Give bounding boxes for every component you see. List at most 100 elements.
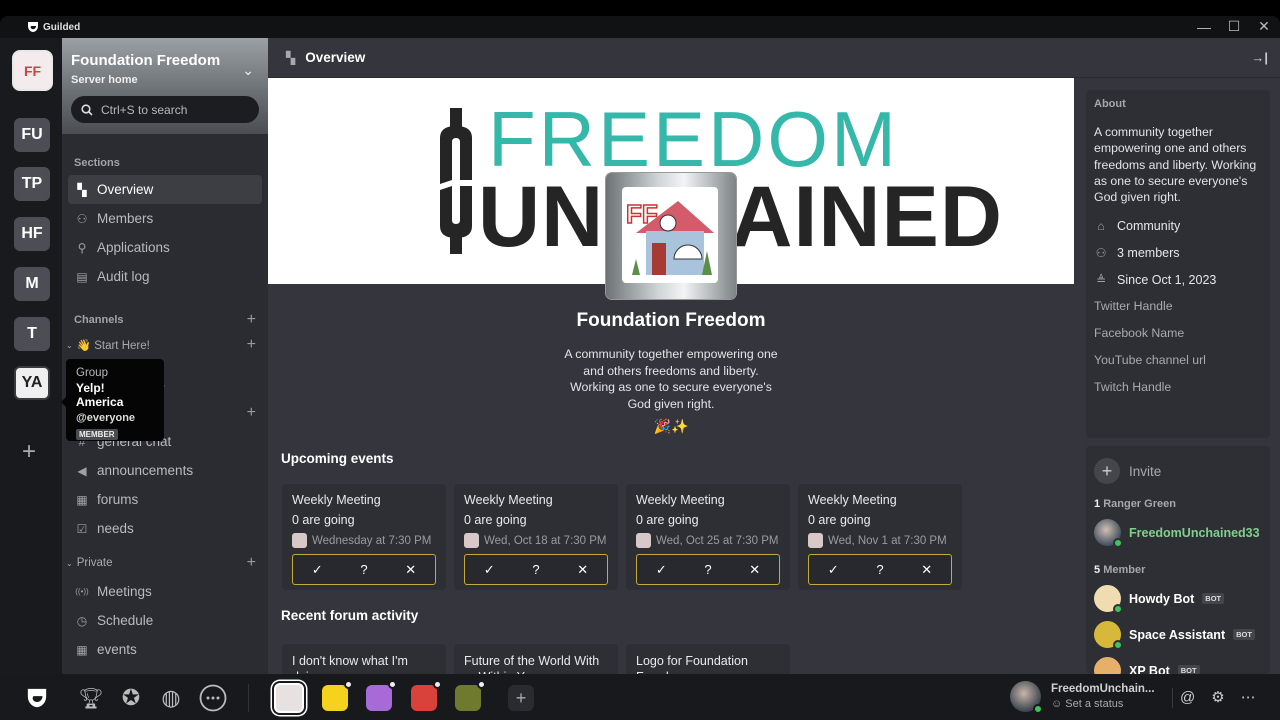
server-header[interactable]: Foundation Freedom Server home ⌄ Ctrl+S … [62, 38, 268, 134]
social-youtube[interactable]: YouTube channel url [1094, 353, 1262, 369]
channel-forums[interactable]: ▦ forums [68, 485, 262, 514]
invite-button[interactable]: + Invite [1094, 458, 1262, 484]
event-card[interactable]: Weekly Meeting 0 are going Wednesday at … [282, 484, 446, 590]
sidebar-item-audit-log[interactable]: ▤ Audit log [68, 262, 262, 291]
server-icon-fu[interactable]: FU [14, 118, 50, 152]
member-item[interactable]: Howdy Bot BOT [1094, 585, 1262, 614]
sidebar-item-applications[interactable]: ⚲ Applications [68, 233, 262, 262]
stat-members: ⚇ 3 members [1094, 245, 1262, 261]
add-channel-button[interactable]: + [247, 311, 256, 329]
audit-log-icon: ▤ [76, 269, 88, 284]
stat-label: Since Oct 1, 2023 [1117, 273, 1217, 288]
channel-meetings[interactable]: ((•)) Meetings [68, 577, 262, 606]
add-server-button[interactable]: + [22, 438, 36, 466]
channel-group-label: 👋 Start Here! [76, 340, 150, 352]
server-icon-t[interactable]: T [14, 317, 50, 351]
server-shortcut-guilded[interactable] [322, 680, 353, 711]
members-icon: ⚇ [1095, 246, 1107, 261]
social-facebook[interactable]: Facebook Name [1094, 326, 1262, 342]
rsvp-maybe-button[interactable]: ? [876, 562, 883, 577]
event-card[interactable]: Weekly Meeting 0 are going Wed, Oct 25 a… [626, 484, 790, 590]
more-options-icon[interactable]: ⋯ [1241, 688, 1256, 706]
search-input[interactable]: Ctrl+S to search [71, 96, 259, 123]
event-date: Wednesday at 7:30 PM [312, 534, 432, 547]
chevron-down-icon: ⌄ [66, 340, 73, 350]
trophy-icon[interactable]: 🏆︎ [76, 683, 106, 713]
minimize-button[interactable]: — [1196, 19, 1212, 35]
rsvp-maybe-button[interactable]: ? [360, 562, 367, 577]
add-channel-button[interactable]: + [247, 336, 256, 354]
description-emoji: 🎉✨ [653, 418, 689, 434]
event-card[interactable]: Weekly Meeting 0 are going Wed, Oct 18 a… [454, 484, 618, 590]
rsvp-no-button[interactable]: ✕ [577, 562, 588, 578]
channel-schedule[interactable]: ◷ Schedule [68, 606, 262, 635]
community-icon: ⌂ [1097, 219, 1105, 234]
rsvp-maybe-button[interactable]: ? [704, 562, 711, 577]
sidebar-item-members[interactable]: ⚇ Members [68, 204, 262, 233]
star-badge-icon[interactable]: ✪ [116, 683, 146, 713]
notification-dot-icon [433, 680, 442, 689]
close-button[interactable]: ✕ [1256, 18, 1272, 35]
tooltip-kind: Group [76, 367, 108, 379]
social-twitter[interactable]: Twitter Handle [1094, 299, 1262, 315]
chevron-down-icon[interactable]: ⌄ [242, 62, 254, 79]
guilded-logo-icon [28, 22, 38, 32]
member-item[interactable]: Space Assistant BOT [1094, 621, 1262, 650]
user-panel[interactable]: FreedomUnchain... ☺ Set a status [1010, 681, 1155, 714]
bot-badge: BOT [1233, 629, 1255, 640]
plus-icon: + [1094, 458, 1120, 484]
settings-gear-icon[interactable]: ⚙ [1211, 688, 1224, 706]
rsvp-yes-button[interactable]: ✓ [828, 562, 839, 578]
server-icon-tp[interactable]: TP [14, 167, 50, 201]
server-title: Foundation Freedom [576, 310, 766, 331]
rsvp-maybe-button[interactable]: ? [532, 562, 539, 577]
add-channel-button[interactable]: + [247, 554, 256, 572]
event-card[interactable]: Weekly Meeting 0 are going Wed, Nov 1 at… [798, 484, 962, 590]
rsvp-yes-button[interactable]: ✓ [484, 562, 495, 578]
channel-needs[interactable]: ☑ needs [68, 514, 262, 543]
rsvp-yes-button[interactable]: ✓ [312, 562, 323, 578]
rsvp-no-button[interactable]: ✕ [405, 562, 416, 578]
forum-post-title: Future of the World With or Within You [464, 654, 600, 674]
sidebar-item-overview[interactable]: ▚ Overview [68, 175, 262, 204]
rsvp-no-button[interactable]: ✕ [749, 562, 760, 578]
rsvp-buttons: ✓ ? ✕ [636, 554, 780, 585]
channel-group-start-here[interactable]: ⌄ 👋 Start Here! + [62, 335, 268, 355]
server-icon-foundation-freedom[interactable]: FF [12, 50, 53, 91]
chat-icon[interactable] [198, 683, 228, 713]
rsvp-no-button[interactable]: ✕ [921, 562, 932, 578]
server-avatar-large: FF [606, 173, 736, 299]
sidebar-item-label: Members [97, 211, 154, 226]
channel-events[interactable]: ▦ events [68, 635, 262, 664]
rsvp-yes-button[interactable]: ✓ [656, 562, 667, 578]
server-shortcut-foundation-freedom[interactable] [274, 683, 304, 713]
add-channel-button[interactable]: + [247, 404, 256, 422]
server-icon-hf[interactable]: HF [14, 217, 50, 251]
channel-announcements[interactable]: ◀ announcements [68, 456, 262, 485]
forum-post-card[interactable]: Future of the World With or Within You [454, 644, 618, 674]
server-icon-ya[interactable]: YA [14, 366, 50, 400]
globe-icon[interactable]: ◍ [156, 683, 186, 713]
mentions-icon[interactable]: @ [1180, 689, 1195, 706]
server-initials: M [25, 275, 39, 292]
forum-post-title: Logo for Foundation Freedom [636, 654, 748, 674]
server-shortcut-green[interactable] [455, 680, 486, 711]
event-title: Weekly Meeting [292, 493, 381, 507]
server-icon-m[interactable]: M [14, 267, 50, 301]
member-item[interactable]: FreedomUnchained33 [1094, 519, 1262, 548]
set-status-button[interactable]: ☺ Set a status [1051, 698, 1155, 710]
app-logo: Guilded [27, 21, 80, 33]
events-list: Weekly Meeting 0 are going Wednesday at … [282, 484, 962, 590]
avatar [1094, 585, 1123, 614]
maximize-button[interactable]: ☐ [1226, 18, 1242, 35]
forum-post-card[interactable]: I don't know what I'm doing... [282, 644, 446, 674]
guilded-home-button[interactable] [22, 683, 52, 713]
channels-label: Channels + [62, 311, 268, 329]
server-shortcut-purple[interactable] [366, 680, 397, 711]
server-shortcut-red[interactable] [411, 680, 442, 711]
channel-group-private[interactable]: ⌄ Private + [62, 553, 268, 573]
collapse-panel-icon[interactable]: →| [1251, 50, 1268, 65]
add-shortcut-button[interactable]: + [508, 685, 534, 711]
forum-post-card[interactable]: Logo for Foundation Freedom [626, 644, 790, 674]
social-twitch[interactable]: Twitch Handle [1094, 380, 1262, 396]
